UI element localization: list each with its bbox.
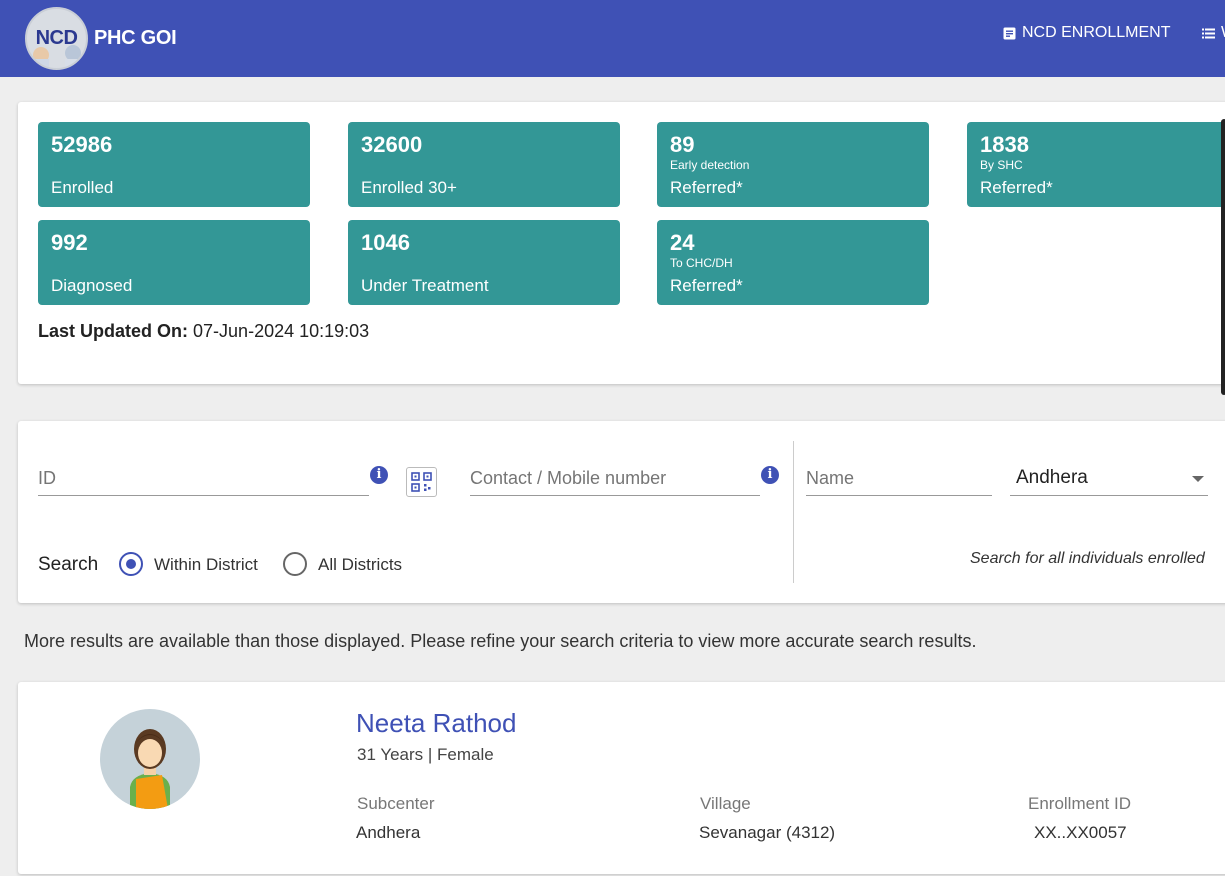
last-updated: Last Updated On: 07-Jun-2024 10:19:03 xyxy=(38,321,369,342)
qr-code-icon xyxy=(411,472,432,492)
stat-label: Enrolled 30+ xyxy=(361,178,457,197)
avatar xyxy=(100,709,200,809)
female-avatar-icon xyxy=(130,729,170,809)
stat-sublabel: Early detection xyxy=(670,158,750,172)
stats-card: 52986 Enrolled 32600 Enrolled 30+ 89 Ear… xyxy=(18,102,1225,384)
person-name-link[interactable]: Neeta Rathod xyxy=(356,708,516,739)
subcenter-selected-value: Andhera xyxy=(1016,467,1088,488)
nav-second-item-label: W xyxy=(1221,24,1225,42)
last-updated-label: Last Updated On: xyxy=(38,321,189,341)
chevron-down-icon xyxy=(1192,476,1204,482)
section-divider xyxy=(793,441,794,583)
village-value: Sevanagar (4312) xyxy=(699,823,836,842)
stat-tile-diagnosed[interactable]: 992 Diagnosed xyxy=(38,220,310,305)
contact-placeholder: Contact / Mobile number xyxy=(470,468,667,488)
app-title: PHC GOI xyxy=(94,27,177,49)
top-app-bar: NCD PHC GOI NCD ENROLLMENT W xyxy=(0,0,1225,77)
contact-mobile-input[interactable]: Contact / Mobile number xyxy=(470,462,760,496)
nav-ncd-enrollment[interactable]: NCD ENROLLMENT xyxy=(1003,24,1170,42)
id-placeholder: ID xyxy=(38,468,56,488)
radio-all-districts[interactable] xyxy=(283,552,307,576)
stat-label: Enrolled xyxy=(51,178,114,197)
search-scope-label: Search xyxy=(38,554,99,575)
stat-value: 24 xyxy=(670,230,695,255)
stat-sublabel: By SHC xyxy=(980,158,1023,172)
name-placeholder: Name xyxy=(806,468,855,488)
id-input[interactable]: ID xyxy=(38,462,369,496)
stat-tile-referred-early-detection[interactable]: 89 Early detection Referred* xyxy=(657,122,929,207)
id-info-icon[interactable]: i xyxy=(370,466,388,484)
stat-tile-referred-chc-dh[interactable]: 24 To CHC/DH Referred* xyxy=(657,220,929,305)
subcenter-select[interactable]: Andhera xyxy=(1010,462,1208,496)
logo-text: NCD xyxy=(35,27,78,49)
qr-scan-button[interactable] xyxy=(406,467,437,497)
stat-value: 89 xyxy=(670,132,695,157)
result-card[interactable]: Neeta Rathod 31 Years | Female Subcenter… xyxy=(18,682,1225,874)
search-hint-text: Search for all individuals enrolled xyxy=(970,550,1205,567)
menu-list-icon xyxy=(1202,28,1215,38)
stat-value: 1838 xyxy=(980,132,1029,157)
stat-value: 32600 xyxy=(361,132,423,157)
person-age-gender: 31 Years | Female xyxy=(357,745,494,764)
radio-all-districts-label[interactable]: All Districts xyxy=(318,555,402,575)
enrollment-id-value: XX..XX0057 xyxy=(1034,823,1127,842)
stat-value: 1046 xyxy=(361,230,410,255)
stat-tile-enrolled[interactable]: 52986 Enrolled xyxy=(38,122,310,207)
last-updated-value: 07-Jun-2024 10:19:03 xyxy=(193,321,370,341)
village-label: Village xyxy=(700,794,751,813)
nav-second-item[interactable]: W xyxy=(1202,24,1225,42)
nav-ncd-enrollment-label: NCD ENROLLMENT xyxy=(1022,24,1171,41)
subcenter-label: Subcenter xyxy=(357,794,435,813)
enrollment-id-label: Enrollment ID xyxy=(1028,794,1131,813)
stat-value: 992 xyxy=(51,230,88,255)
stat-label: Referred* xyxy=(670,276,743,295)
stat-value: 52986 xyxy=(51,132,113,157)
stat-tile-referred-by-shc[interactable]: 1838 By SHC Referred* xyxy=(967,122,1225,207)
contact-info-icon[interactable]: i xyxy=(761,466,779,484)
stat-tile-under-treatment[interactable]: 1046 Under Treatment xyxy=(348,220,620,305)
scrollbar[interactable] xyxy=(1221,119,1225,395)
stat-sublabel: To CHC/DH xyxy=(670,256,733,270)
search-card: ID i Contact / Mobile number i Name Andh… xyxy=(18,421,1225,603)
radio-within-district[interactable] xyxy=(119,552,143,576)
subcenter-value: Andhera xyxy=(356,823,421,842)
stat-label: Referred* xyxy=(670,178,743,197)
stat-label: Referred* xyxy=(980,178,1053,197)
name-input[interactable]: Name xyxy=(806,462,992,496)
results-notice: More results are available than those di… xyxy=(24,631,977,651)
stat-tile-enrolled-30-plus[interactable]: 32600 Enrolled 30+ xyxy=(348,122,620,207)
stat-label: Diagnosed xyxy=(51,276,133,295)
stat-label: Under Treatment xyxy=(361,276,489,295)
enrollment-card-icon xyxy=(1003,27,1016,39)
radio-within-district-label[interactable]: Within District xyxy=(154,555,258,575)
app-logo[interactable]: NCD xyxy=(25,7,88,70)
